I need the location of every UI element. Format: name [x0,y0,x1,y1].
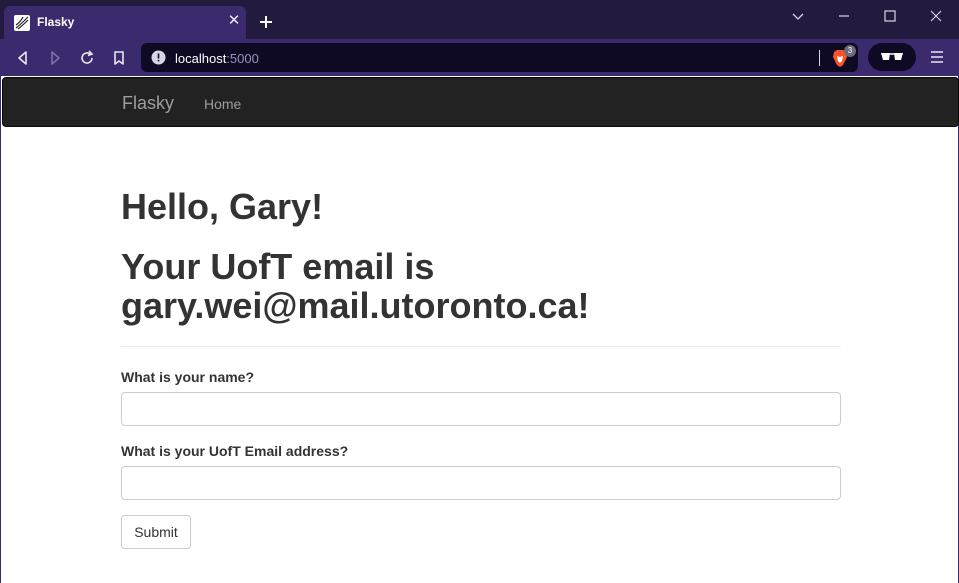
hamburger-icon[interactable] [928,48,946,66]
close-icon [930,10,942,22]
close-icon[interactable]: ✕ [226,13,242,29]
page-viewport: Flasky Home Hello, Gary! Your UofT email… [0,76,959,583]
glasses-icon [881,53,903,60]
shields-count-badge: 3 [844,45,856,57]
minimize-icon [839,15,849,17]
maximize-button[interactable] [867,4,913,28]
url-host: localhost [175,51,227,66]
browser-tabbar: Flasky ✕ [0,0,959,39]
chevron-down-icon [792,13,804,20]
url-divider [819,50,820,66]
tab-search-button[interactable] [775,4,821,28]
email-label: What is your UofT Email address? [121,443,349,459]
address-bar[interactable]: localhost:5000 3 [141,43,858,72]
info-icon[interactable] [151,50,166,65]
bookmark-icon[interactable] [109,48,129,68]
browser-toolbar: localhost:5000 3 [0,39,959,76]
plus-icon[interactable] [256,12,276,32]
flask-icon [14,15,30,31]
greeting-heading: Hello, Gary! [121,186,324,227]
navbar: Flasky Home [2,77,959,127]
tab-title: Flasky [37,15,75,29]
nav-link-home[interactable]: Home [204,96,241,112]
browser-tab[interactable]: Flasky ✕ [4,6,246,39]
email-heading: Your UofT email is gary.wei@mail.utoront… [121,246,590,326]
forward-arrow-icon[interactable] [45,48,65,68]
divider [121,346,841,347]
email-input[interactable] [121,466,841,500]
extension-button[interactable] [868,43,916,71]
maximize-icon [884,10,896,22]
back-arrow-icon[interactable] [13,48,33,68]
url-port: :5000 [226,51,259,66]
submit-button[interactable]: Submit [121,515,191,549]
minimize-button[interactable] [821,4,867,28]
close-window-button[interactable] [913,4,959,28]
reload-icon[interactable] [77,48,97,68]
name-input[interactable] [121,392,841,426]
url-text: localhost:5000 [175,51,259,66]
navbar-brand[interactable]: Flasky [122,93,174,114]
name-label: What is your name? [121,369,255,385]
